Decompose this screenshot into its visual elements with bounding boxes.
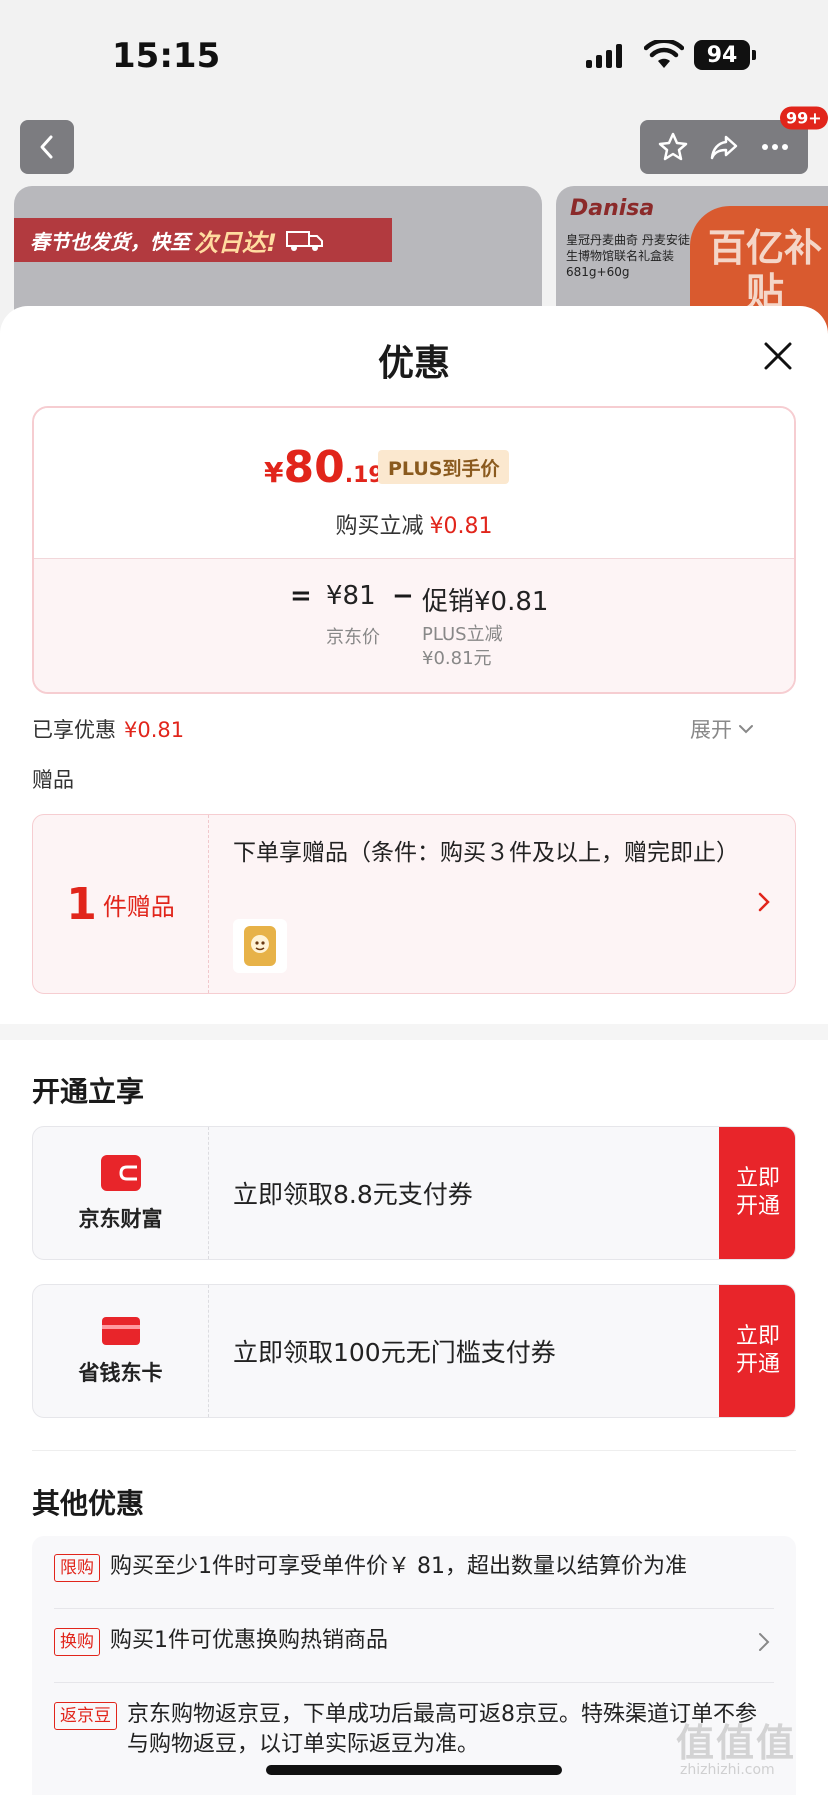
expand-label: 展开	[690, 718, 732, 742]
list-item[interactable]: 换购 购买1件可优惠换购热销商品	[54, 1626, 774, 1656]
offer-brand-label: 省钱东卡	[78, 1361, 163, 1385]
discount-text: 购买至少1件时可享受单件价￥ 81，超出数量以结算价为准	[110, 1554, 687, 1579]
promo-amount: 促销¥0.81	[422, 587, 549, 617]
minus-sign: −	[392, 581, 414, 611]
enjoyed-discount: 已享优惠 ¥0.81	[32, 714, 184, 744]
final-price: ¥80.19	[264, 442, 384, 493]
price-integer: 80	[283, 442, 345, 493]
jd-price: ¥81	[326, 581, 376, 611]
wallet-icon	[100, 1155, 141, 1191]
chevron-right-icon	[758, 892, 770, 912]
other-section-title: 其他优惠	[32, 1487, 145, 1520]
offer-brand: 京东财富	[33, 1127, 209, 1259]
price-breakdown: = ¥81 京东价 − 促销¥0.81 PLUS立减¥0.81元	[34, 558, 794, 692]
chevron-down-icon	[739, 725, 753, 734]
gift-count: 1 件赠品	[33, 815, 209, 993]
offer-brand: 省钱东卡	[33, 1285, 209, 1417]
section-separator	[32, 1450, 796, 1451]
price-top: ¥80.19 PLUS到手价 购买立减 ¥0.81	[34, 408, 794, 558]
battery-indicator: 94	[694, 40, 756, 70]
promo-text: 春节也发货，快至	[30, 229, 190, 254]
open-section-title: 开通立享	[32, 1075, 145, 1108]
signal-icon	[586, 44, 622, 68]
status-time: 15:15	[112, 36, 221, 76]
watermark-url: zhizhizhi.com	[680, 1762, 775, 1778]
status-bar: 15:15 94	[0, 0, 828, 110]
gift-count-number: 1	[66, 878, 97, 930]
home-indicator[interactable]	[266, 1765, 562, 1775]
expand-button[interactable]: 展开	[690, 714, 754, 744]
chevron-left-icon	[40, 135, 53, 159]
open-now-button[interactable]: 立即开通	[719, 1285, 795, 1417]
truck-icon	[285, 231, 323, 251]
brand-desc: 皇冠丹麦曲奇 丹麦安徒生博物馆联名礼盒装681g+60g	[566, 233, 690, 279]
gift-product-image	[244, 926, 276, 966]
enjoyed-label: 已享优惠	[32, 718, 116, 742]
offer-card-jd-wealth[interactable]: 京东财富 立即领取8.8元支付券 立即开通	[32, 1126, 796, 1260]
message-badge: 99+	[780, 106, 828, 130]
brand-logo: Danisa	[570, 196, 655, 221]
offer-card-saving-card[interactable]: 省钱东卡 立即领取100元无门槛支付券 立即开通	[32, 1284, 796, 1418]
discount-tag: 换购	[54, 1628, 100, 1656]
share-icon[interactable]	[708, 131, 740, 163]
chevron-right-icon[interactable]	[758, 1632, 770, 1652]
gift-count-unit: 件赠品	[102, 892, 175, 921]
section-divider	[0, 1024, 828, 1040]
gift-card[interactable]: 1 件赠品 下单享赠品（条件：购买３件及以上，赠完即止）	[32, 814, 796, 994]
plus-reduce-label: PLUS立减¥0.81元	[422, 624, 503, 669]
gift-header: 赠品	[32, 768, 74, 792]
offer-text: 立即领取100元无门槛支付券	[233, 1338, 556, 1367]
watermark: 值值值	[676, 1721, 797, 1765]
equals-sign: =	[290, 581, 312, 611]
open-now-button[interactable]: 立即开通	[719, 1127, 795, 1259]
jd-price-label: 京东价	[326, 627, 380, 648]
plus-price-tag: PLUS到手价	[378, 450, 510, 484]
list-item: 限购 购买至少1件时可享受单件价￥ 81，超出数量以结算价为准	[54, 1552, 774, 1582]
row-divider	[54, 1608, 774, 1609]
offer-brand-label: 京东财富	[78, 1207, 163, 1231]
back-button[interactable]	[20, 120, 74, 174]
wifi-icon	[644, 40, 684, 68]
enjoyed-value: ¥0.81	[124, 718, 185, 742]
gift-thumbnail[interactable]	[233, 919, 287, 973]
buy-reduce-value: ¥0.81	[429, 514, 493, 539]
more-icon[interactable]	[759, 131, 791, 163]
star-icon[interactable]	[657, 131, 689, 163]
promo-highlight: 次日达!	[194, 228, 277, 257]
price-currency: ¥	[264, 456, 284, 489]
discount-tag: 返京豆	[54, 1702, 117, 1730]
list-item: 返京豆 京东购物返京豆，下单成功后最高可返8京豆。特殊渠道订单不参与购物返豆，以…	[54, 1700, 774, 1760]
promo-strip: 春节也发货，快至 次日达!	[14, 218, 392, 262]
row-divider	[54, 1682, 774, 1683]
card-icon	[101, 1317, 140, 1345]
discount-sheet: 优惠 ¥80.19 PLUS到手价 购买立减 ¥0.81 = ¥81 京东价 − …	[0, 306, 828, 1795]
buy-reduce: 购买立减 ¥0.81	[34, 508, 794, 540]
sheet-title: 优惠	[377, 343, 450, 384]
price-summary-box: ¥80.19 PLUS到手价 购买立减 ¥0.81 = ¥81 京东价 − 促销¥…	[32, 406, 796, 694]
gift-description: 下单享赠品（条件：购买３件及以上，赠完即止）	[233, 840, 739, 866]
close-icon[interactable]	[760, 338, 796, 374]
offer-text: 立即领取8.8元支付券	[233, 1180, 473, 1209]
discount-tag: 限购	[54, 1554, 100, 1582]
buy-reduce-label: 购买立减	[335, 514, 424, 539]
background-page: 15:15 94 99+ 春节也发货，快至 次日达! Danisa 皇冠丹麦曲奇…	[0, 0, 828, 346]
discount-text: 购买1件可优惠换购热销商品	[110, 1628, 388, 1653]
nav-actions	[640, 120, 808, 174]
